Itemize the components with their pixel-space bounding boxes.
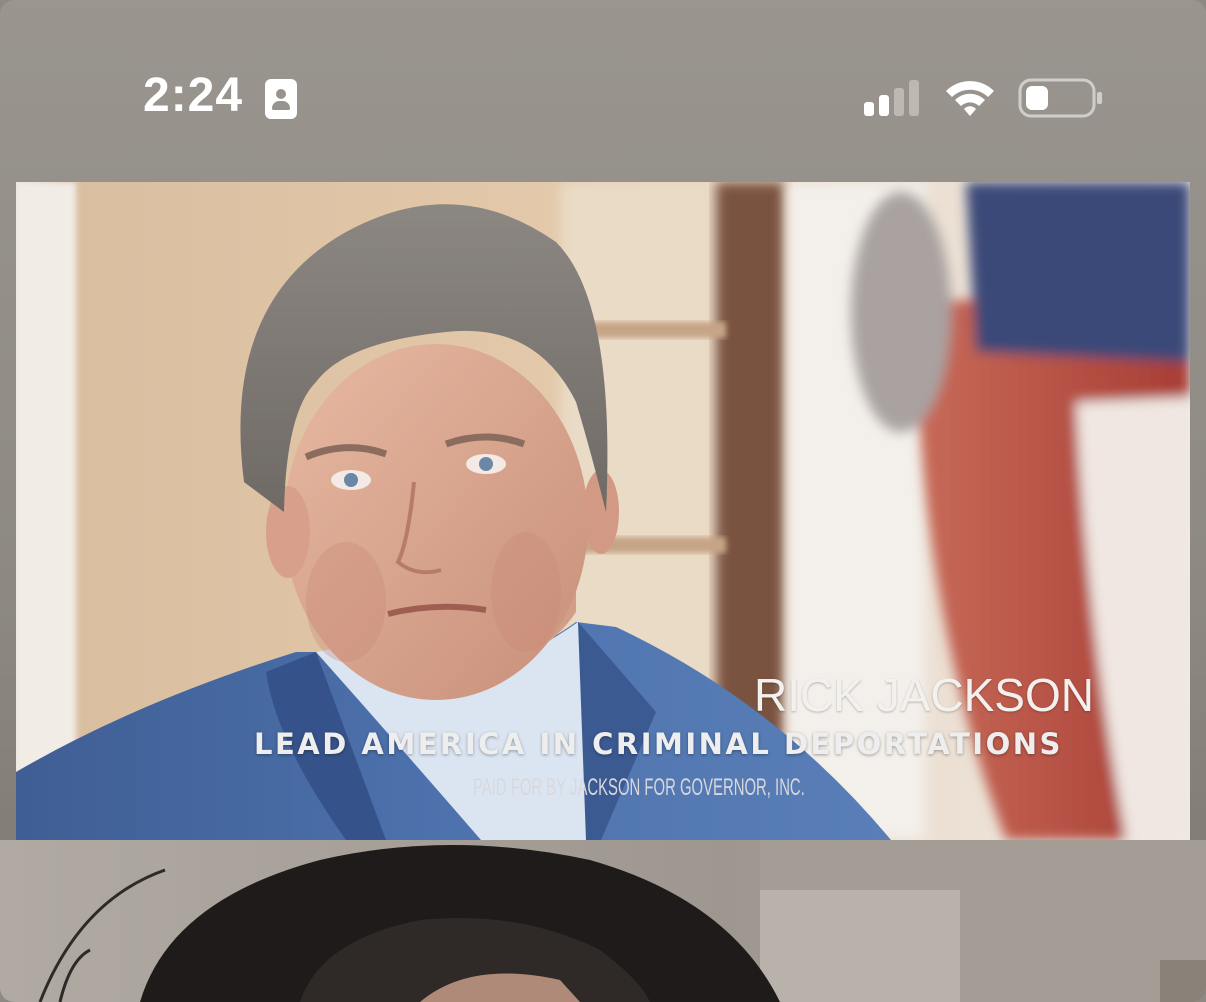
camera-feed — [0, 840, 1206, 1002]
wifi-icon — [946, 81, 994, 116]
status-time: 2:24 — [143, 69, 244, 122]
camera-feed-image — [0, 840, 1206, 1002]
cellular-signal-icon — [864, 80, 924, 116]
id-card-icon — [265, 79, 297, 119]
video-still — [16, 182, 1190, 840]
video-player[interactable]: RICK JACKSON LEAD AMERICA IN CRIMINAL DE… — [16, 182, 1190, 840]
battery-icon — [1018, 78, 1102, 118]
phone-screen: 2:24 RICK JACKSON LEAD AMERICA IN CRIMIN… — [0, 0, 1206, 1002]
status-bar: 2:24 — [0, 0, 1206, 180]
